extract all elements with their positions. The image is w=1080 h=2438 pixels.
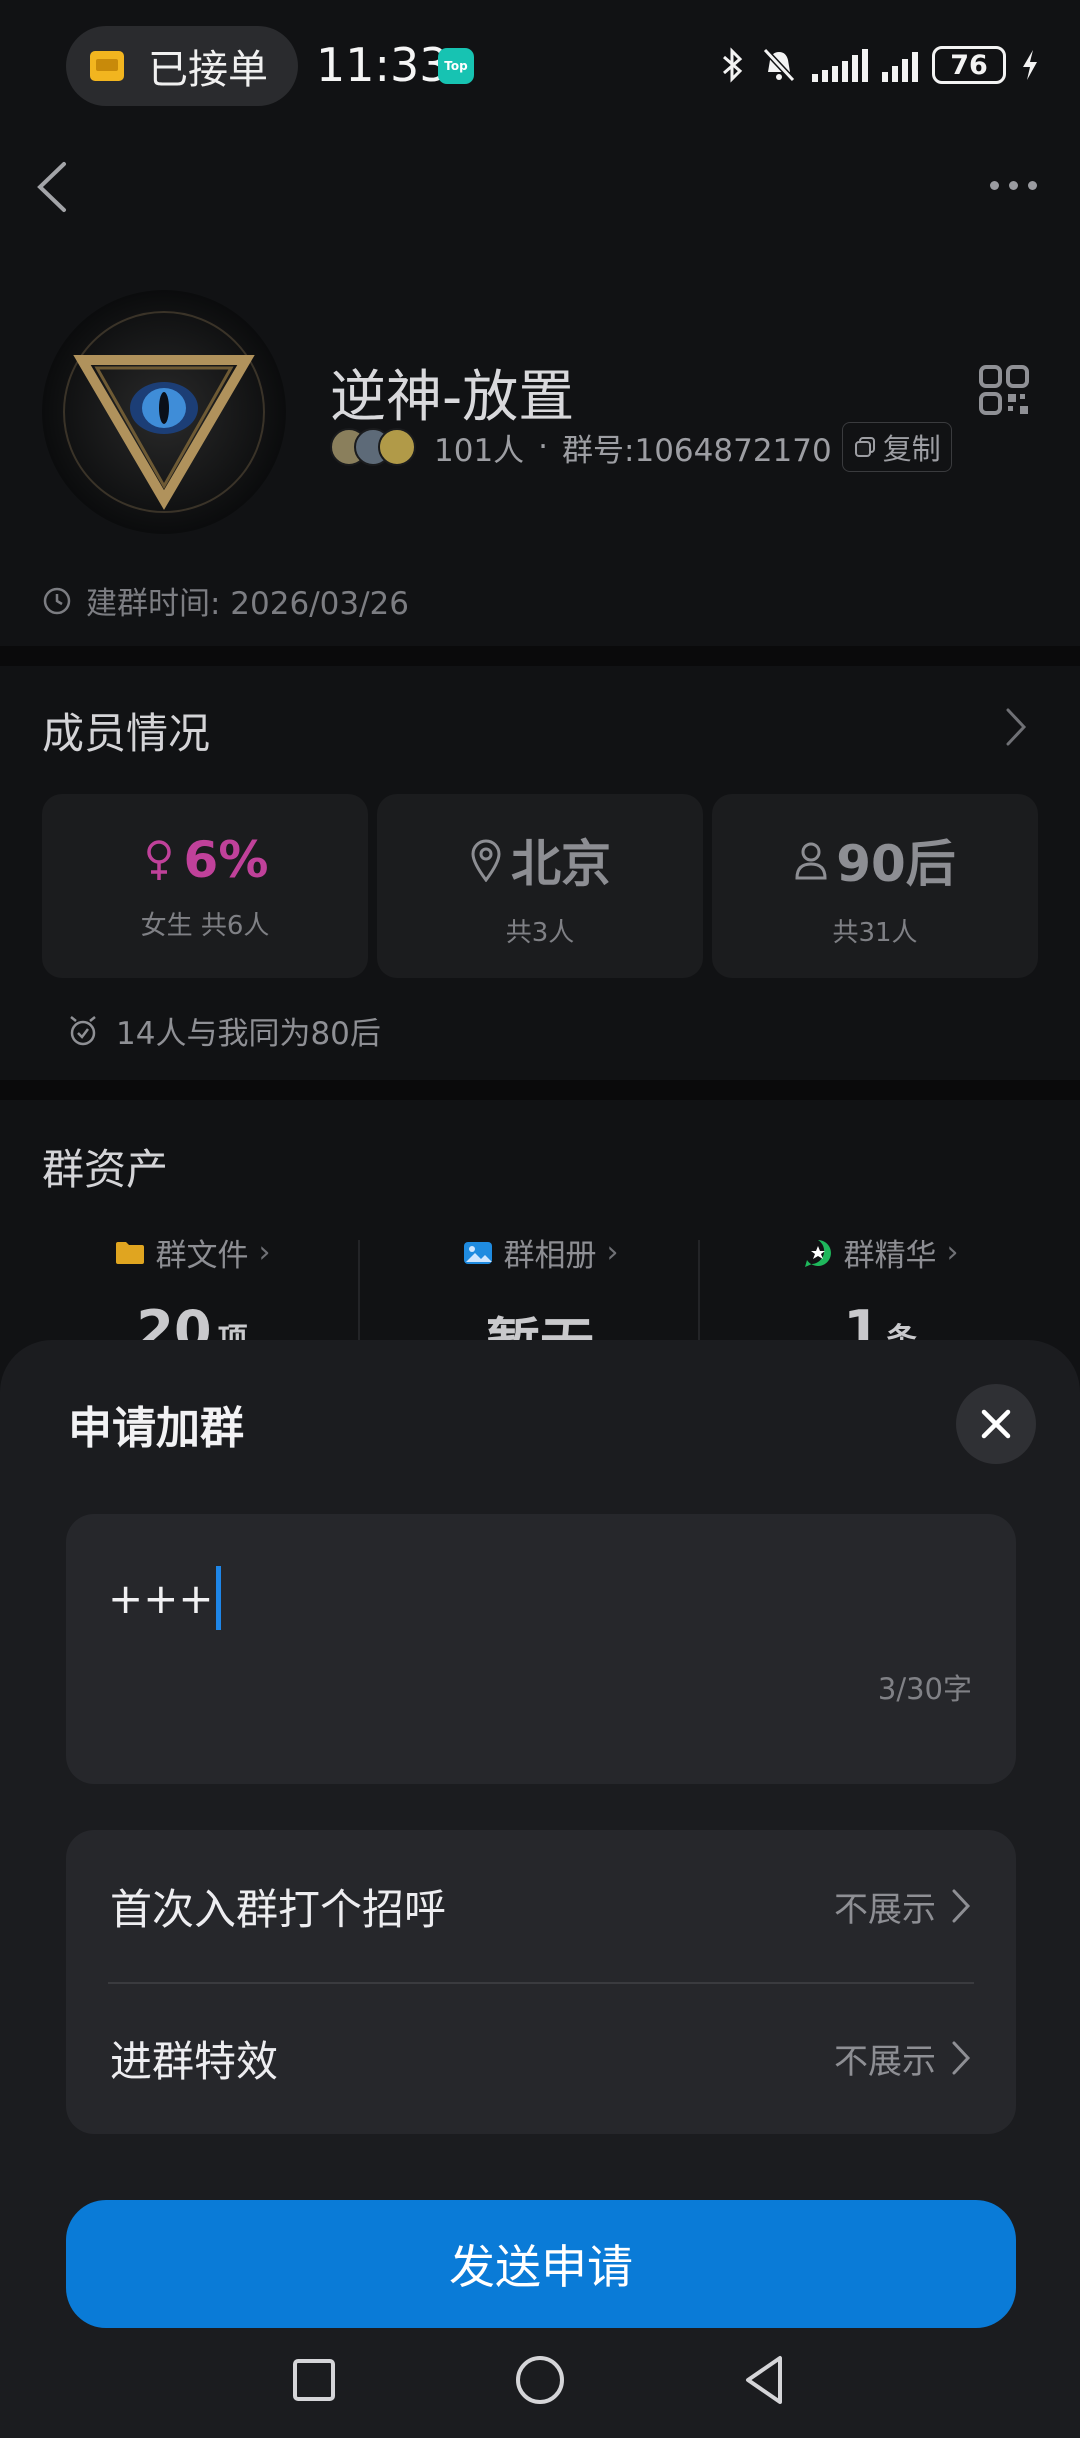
group-name: 逆神-放置 [330,365,575,430]
effect-label: 进群特效 [110,2036,279,2086]
home-button[interactable] [508,2348,572,2412]
mute-bell-icon [762,47,796,83]
triangle-back-icon [746,2356,782,2404]
dot-icon [1009,180,1018,190]
location-value: 北京 [511,834,611,893]
system-nav-bar [0,2330,1080,2430]
assets-title: 群资产 [42,1145,169,1194]
more-button[interactable] [990,168,1050,202]
peer-age-row: 14人与我同为80后 [66,1008,381,1053]
album-label: 群相册 [503,1238,597,1274]
entry-effect-option[interactable]: 进群特效 不展示 [66,1982,1016,2134]
asset-divider [698,1240,700,1350]
charging-icon [1023,50,1037,80]
avatar [378,428,416,466]
order-status-label: 已接单 [148,47,268,93]
greeting-value: 不展示 [834,1889,936,1930]
recents-button[interactable] [282,2348,346,2412]
created-date: 建群时间: 2026/03/26 [86,586,409,622]
chevron-right-icon [1006,708,1027,746]
close-icon [981,1409,1011,1439]
square-icon [293,2359,335,2401]
qr-code-button[interactable] [978,364,1030,416]
members-more-button[interactable] [1000,704,1030,754]
back-button[interactable] [28,152,78,222]
request-options: 首次入群打个招呼 不展示 进群特效 不展示 [66,1830,1016,2134]
age-stat-card[interactable]: 90后 共31人 [712,794,1038,978]
peer-age-text: 14人与我同为80后 [116,1016,381,1052]
top-app-icon: Top [438,48,474,84]
triangle-eye-logo [63,311,265,513]
signal-strength-1-icon [812,48,868,82]
close-button[interactable] [956,1384,1036,1464]
chevron-right-icon [952,2041,971,2075]
members-title: 成员情况 [42,709,211,758]
chevron-right-icon [952,1889,971,1923]
status-icons: 76 [720,40,1040,90]
chevron-right-icon: › [946,1235,959,1270]
bluetooth-icon [723,47,743,83]
image-icon [463,1241,492,1264]
chevron-right-icon: › [258,1235,271,1270]
greeting-option[interactable]: 首次入群打个招呼 不展示 [66,1830,1016,1982]
age-value: 90后 [836,834,956,893]
section-divider [0,1080,1080,1100]
female-icon [146,839,171,880]
copy-label: 复制 [882,432,941,466]
text-cursor [215,1566,221,1630]
location-stat-card[interactable]: 北京 共3人 [377,794,703,978]
back-nav-button[interactable] [734,2348,798,2412]
request-message-text: +++ [108,1573,214,1623]
battery-indicator: 76 [932,46,1006,84]
person-icon [795,842,827,879]
female-count: 女生 共6人 [140,910,270,941]
asset-divider [358,1240,360,1350]
crown-icon [90,51,124,81]
alarm-clock-icon [70,1015,96,1045]
female-stat-card[interactable]: 6% 女生 共6人 [42,794,368,978]
location-pin-icon [471,839,501,882]
folder-icon [115,1241,144,1264]
meta-separator: · [538,429,549,465]
signal-strength-2-icon [882,48,918,82]
char-counter: 3/30字 [877,1672,972,1706]
group-meta: 101人 · 群号:1064872170 复制 [330,422,952,472]
age-count: 共31人 [832,917,918,948]
chevron-left-icon [37,162,66,212]
greeting-label: 首次入群打个招呼 [110,1884,447,1934]
member-avatars[interactable] [330,428,416,466]
send-request-button[interactable]: 发送申请 [66,2200,1016,2328]
qr-code-icon [979,365,1029,415]
section-divider [0,646,1080,666]
clock: 11:33 [316,38,449,92]
dot-icon [990,180,999,190]
created-date-row: 建群时间: 2026/03/26 [42,578,409,623]
chevron-right-icon: › [606,1235,619,1270]
location-count: 共3人 [505,917,575,948]
status-bar: 已接单 11:33 Top 76 [0,0,1080,130]
circle-icon [516,2356,564,2404]
group-id: 群号:1064872170 [562,432,832,469]
dot-icon [1028,180,1037,190]
member-count: 101人 [434,432,525,469]
female-percent: 6% [183,830,269,889]
copy-icon [854,437,875,457]
group-avatar[interactable] [42,290,286,534]
essence-icon [804,1239,831,1267]
essence-label: 群精华 [843,1238,937,1274]
sheet-title: 申请加群 [68,1403,244,1454]
copy-button[interactable]: 复制 [841,422,952,472]
files-label: 群文件 [155,1238,249,1274]
join-request-sheet: 申请加群 +++ 3/30字 首次入群打个招呼 不展示 进群特效 不展示 发送申… [0,1340,1080,2438]
effect-value: 不展示 [834,2041,936,2082]
order-status-pill[interactable]: 已接单 [66,26,298,106]
clock-icon [43,587,71,614]
request-message-input[interactable]: +++ 3/30字 [66,1514,1016,1784]
